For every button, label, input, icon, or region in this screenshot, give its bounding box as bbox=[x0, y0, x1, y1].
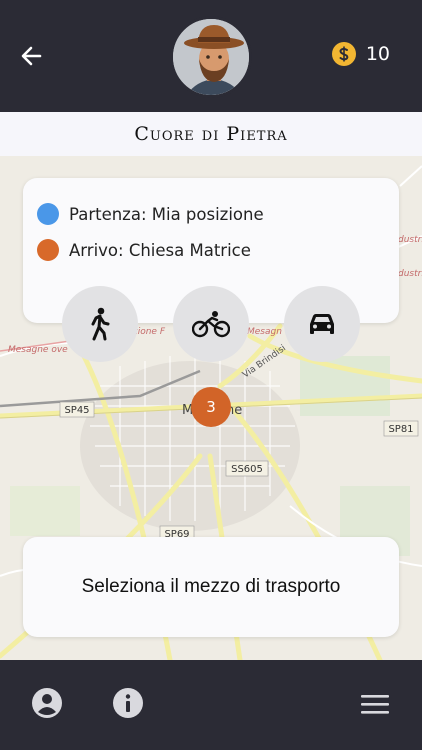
hamburger-menu-icon bbox=[361, 695, 389, 714]
label-mesagne-ovest: Mesagne ove bbox=[8, 345, 68, 355]
label-mesagn: Mesagn bbox=[247, 327, 282, 337]
svg-text:dustri: dustri bbox=[398, 235, 422, 245]
dollar-coin-icon bbox=[331, 42, 356, 66]
label-ss605: SS605 bbox=[231, 464, 263, 475]
profile-button[interactable] bbox=[32, 688, 62, 722]
coin-balance: 10 bbox=[331, 42, 390, 66]
bicycle-icon bbox=[192, 311, 230, 338]
end-dot-icon bbox=[37, 239, 59, 261]
car-mode-button[interactable] bbox=[284, 286, 360, 362]
transport-prompt-card: Seleziona il mezzo di trasporto bbox=[23, 537, 399, 637]
label-sp81: SP81 bbox=[388, 424, 413, 435]
map-cluster-marker[interactable]: 3 bbox=[191, 387, 231, 427]
car-icon bbox=[310, 314, 334, 334]
cluster-count: 3 bbox=[206, 398, 216, 416]
route-end-label: Arrivo: Chiesa Matrice bbox=[69, 240, 251, 260]
start-dot-icon bbox=[37, 203, 59, 225]
label-sp45: SP45 bbox=[64, 405, 89, 416]
avatar[interactable] bbox=[170, 16, 252, 98]
user-circle-icon bbox=[32, 688, 62, 718]
menu-button[interactable] bbox=[360, 692, 390, 720]
transport-prompt-text: Seleziona il mezzo di trasporto bbox=[81, 576, 341, 597]
info-icon bbox=[113, 688, 143, 718]
bike-mode-button[interactable] bbox=[173, 286, 249, 362]
svg-text:dustri: dustri bbox=[398, 269, 422, 279]
page-title: Cuore di Pietra bbox=[134, 123, 288, 145]
route-start-label: Partenza: Mia posizione bbox=[69, 204, 264, 224]
title-bar: Cuore di Pietra bbox=[0, 112, 422, 156]
arrow-left-icon bbox=[21, 46, 42, 66]
walk-mode-button[interactable] bbox=[62, 286, 138, 362]
route-end: Arrivo: Chiesa Matrice bbox=[37, 239, 251, 261]
back-button[interactable] bbox=[18, 42, 46, 70]
bottom-nav bbox=[0, 660, 422, 750]
route-start: Partenza: Mia posizione bbox=[37, 203, 264, 225]
info-button[interactable] bbox=[113, 688, 143, 722]
coin-count: 10 bbox=[365, 43, 390, 65]
walking-icon bbox=[91, 307, 110, 341]
